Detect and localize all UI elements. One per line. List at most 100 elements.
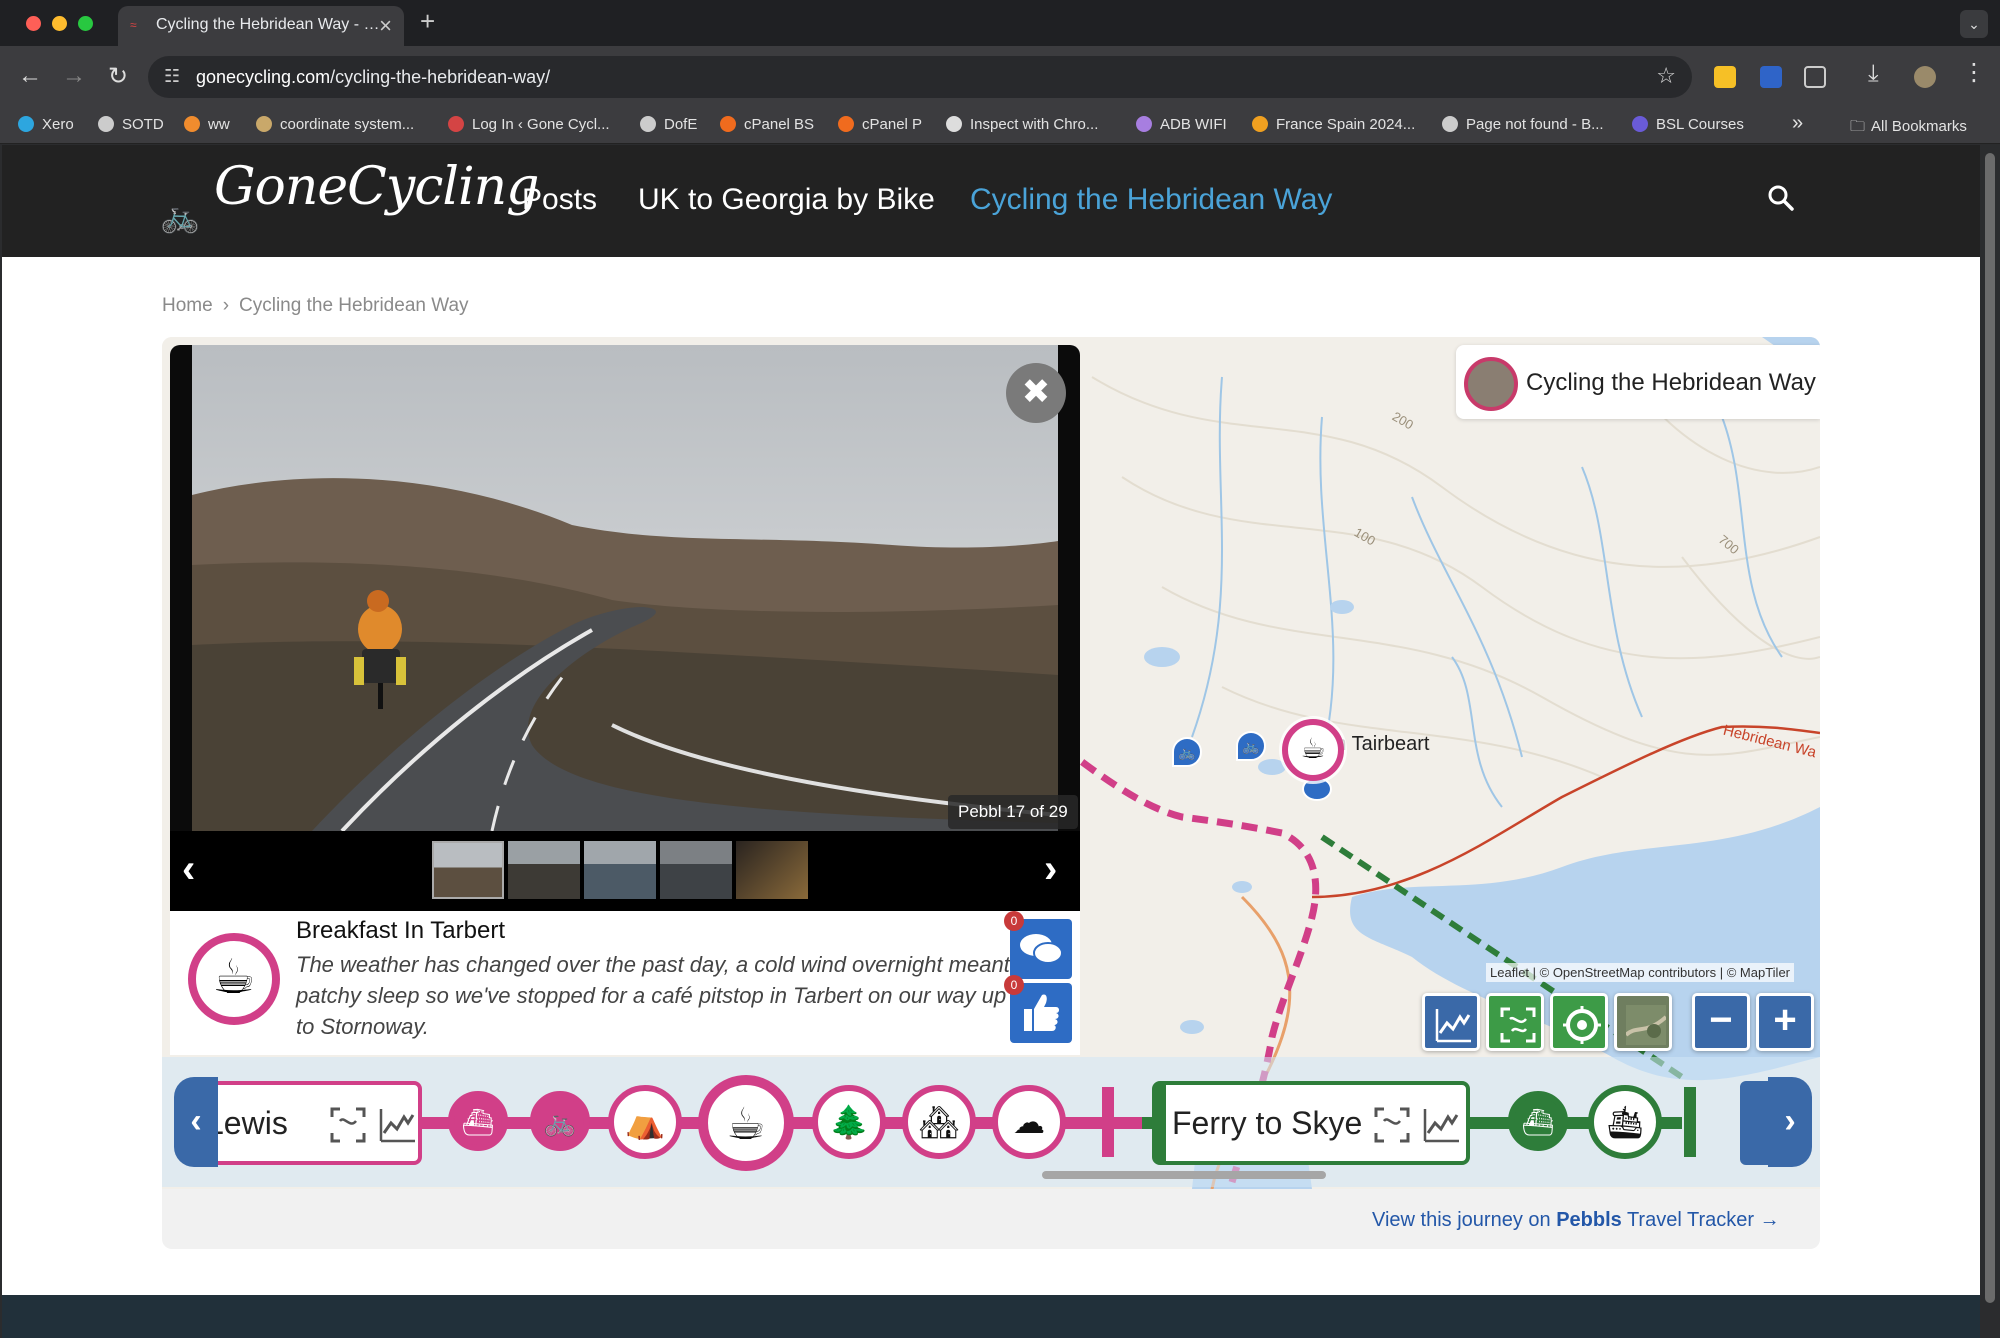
next-segment-card[interactable] [1740,1081,1770,1165]
bookmark-item[interactable]: BSL Courses [1632,116,1744,133]
timeline-node[interactable]: ⛺ [608,1085,682,1159]
like-button[interactable]: 0 [1004,975,1072,1043]
download-icon[interactable]: ⤓ [1868,60,1879,88]
photo-thumbnail[interactable] [736,841,808,899]
extension-icon[interactable] [1760,66,1782,88]
bookmarks-overflow-button[interactable]: » [1792,112,1803,135]
journey-title-card[interactable]: Cycling the Hebridean Way [1456,345,1820,419]
bookmark-item[interactable]: cPanel BS [720,116,814,133]
timeline-node[interactable]: 🏘 [902,1085,976,1159]
bookmark-item[interactable]: coordinate system... [256,116,414,133]
bookmark-label: Xero [42,116,74,133]
close-icon: ✖ [1021,373,1051,411]
site-logo[interactable]: 🚲 GoneCycling [160,157,539,235]
reload-icon[interactable]: ↻ [108,62,128,91]
bookmark-favicon-icon [640,116,656,132]
photo-thumbnail[interactable] [432,841,504,899]
zoom-in-button[interactable]: + [1756,993,1814,1051]
zoom-out-button[interactable]: − [1692,993,1750,1051]
bookmark-item[interactable]: Inspect with Chro... [946,116,1098,133]
site-info-icon[interactable]: ☷ [164,66,180,87]
timeline-node[interactable]: 🛳 [1588,1085,1662,1159]
page-scrollbar[interactable] [1980,145,2000,1338]
coffee-marker-icon[interactable]: ☕ [1282,719,1344,781]
pebbl-photo[interactable]: ✖ Pebbl 17 of 29 [170,345,1080,831]
window-minimize-button[interactable] [52,16,67,31]
browser-menu-icon[interactable]: ⋮ [1962,58,1986,87]
ferry-icon: ⛴ [461,1107,495,1137]
segment-card-ferry-to-skye[interactable]: Ferry to Skye [1152,1081,1470,1165]
back-icon[interactable]: ← [18,62,42,90]
photo-thumbnail[interactable] [508,841,580,899]
timeline-node[interactable]: ⛴ [448,1091,508,1151]
breadcrumb: Home › Cycling the Hebridean Way [162,295,469,317]
tab-close-icon[interactable]: × [379,13,392,39]
map-attribution[interactable]: Leaflet | © OpenStreetMap contributors |… [1486,963,1795,982]
map-tools: − + [1422,987,1820,1059]
timeline-node[interactable]: 🚲 [530,1091,590,1151]
profile-avatar[interactable] [1914,66,1936,88]
trees-icon: 🌲 [829,1104,869,1140]
bookmark-item[interactable]: Page not found - B... [1442,116,1604,133]
bookmark-label: Log In ‹ Gone Cycl... [472,116,610,133]
window-zoom-button[interactable] [78,16,93,31]
nav-posts[interactable]: Posts [522,183,597,217]
bookmark-star-icon[interactable]: ☆ [1656,63,1676,89]
close-panel-button[interactable]: ✖ [1006,363,1066,423]
locate-icon [1563,1006,1601,1044]
timeline-node-active[interactable]: ☕ [698,1075,794,1171]
pebbl-text: The weather has changed over the past da… [296,952,1010,1039]
bookmark-item[interactable]: cPanel P [838,116,922,133]
address-bar[interactable]: ☷ gonecycling.com/cycling-the-hebridean-… [148,56,1692,98]
segment-card-lewis[interactable]: Lewis [196,1081,422,1165]
window-close-button[interactable] [26,16,41,31]
ship-icon: 🛳 [1604,1104,1646,1140]
bookmark-item[interactable]: Xero [18,116,74,133]
timeline-node[interactable]: ⛴ [1508,1091,1568,1151]
satellite-layer-button[interactable] [1614,993,1672,1051]
comments-button[interactable]: 0 [1004,911,1072,979]
browser-tab-active[interactable]: ≈ Cycling the Hebridean Way - … × [118,6,404,46]
nav-uk-to-georgia[interactable]: UK to Georgia by Bike [638,183,935,217]
bookmark-item[interactable]: ADB WIFI [1136,116,1227,133]
next-photo-icon[interactable]: › [1044,847,1057,892]
elevation-button[interactable] [1422,993,1480,1051]
extensions-puzzle-icon[interactable] [1804,66,1826,88]
nav-hebridean-way[interactable]: Cycling the Hebridean Way [970,183,1332,217]
extension-icon[interactable] [1714,66,1736,88]
bookmark-item[interactable]: SOTD [98,116,164,133]
tab-search-button[interactable]: ⌄ [1960,10,1988,38]
forward-icon[interactable]: → [62,62,86,90]
elevation-icon[interactable] [1422,1105,1462,1145]
bookmark-favicon-icon [184,116,200,132]
photo-thumbnail[interactable] [584,841,656,899]
scrollbar-thumb[interactable] [1985,153,1995,1303]
timeline-prev-button[interactable]: ‹ [174,1077,218,1167]
bookmark-item[interactable]: Log In ‹ Gone Cycl... [448,116,610,133]
elevation-icon[interactable] [378,1105,418,1145]
bookmark-item[interactable]: France Spain 2024... [1252,116,1415,133]
photo-thumbnail[interactable] [660,841,732,899]
locate-button[interactable] [1550,993,1608,1051]
chevron-right-icon: › [1784,1102,1796,1140]
bookmark-label: cPanel P [862,116,923,133]
timeline-node[interactable]: ☁ [992,1085,1066,1159]
bookmark-label: France Spain 2024... [1276,116,1416,133]
timeline-next-button[interactable]: › [1768,1077,1812,1167]
new-tab-button[interactable]: + [420,6,435,37]
breadcrumb-home[interactable]: Home [162,295,213,316]
search-icon[interactable] [1768,185,1794,211]
fit-bounds-icon[interactable] [1372,1105,1412,1145]
bookmark-label: Page not found - B... [1466,116,1604,133]
fit-bounds-icon[interactable] [328,1105,368,1145]
fit-bounds-button[interactable] [1486,993,1544,1051]
bookmark-item[interactable]: ww [184,116,230,133]
bike-marker-icon[interactable]: 🚲 [1236,731,1266,761]
previous-photo-icon[interactable]: ‹ [182,847,195,892]
bookmark-item[interactable]: DofE [640,116,697,133]
all-bookmarks-button[interactable]: 🗀 All Bookmarks [1850,116,1967,141]
bike-marker-icon[interactable]: 🚲 [1172,737,1202,767]
timeline-node[interactable]: 🌲 [812,1085,886,1159]
timeline-scrollbar[interactable] [1042,1171,1326,1179]
pebbls-travel-tracker-link[interactable]: View this journey on Pebbls Travel Track… [1372,1209,1780,1232]
